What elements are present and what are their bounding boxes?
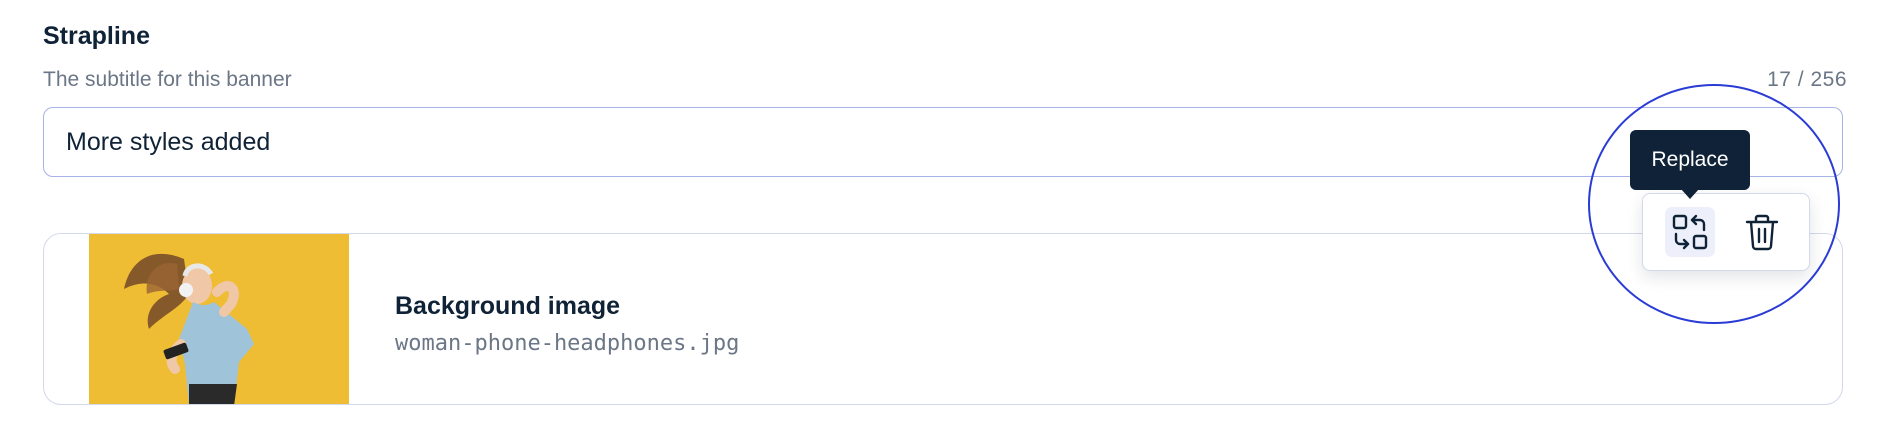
tooltip-text: Replace (1651, 148, 1729, 171)
replace-button[interactable] (1665, 207, 1715, 257)
image-thumbnail[interactable] (89, 234, 349, 404)
thumbnail-photo (89, 234, 349, 404)
media-filename: woman-phone-headphones.jpg (395, 331, 740, 356)
delete-button[interactable] (1737, 207, 1787, 257)
strapline-input[interactable] (43, 107, 1843, 177)
strapline-help-text: The subtitle for this banner (43, 68, 292, 91)
strapline-label: Strapline (43, 22, 150, 50)
image-action-toolbar (1642, 193, 1810, 271)
tooltip-arrow (1681, 189, 1699, 199)
replace-icon (1672, 214, 1708, 250)
character-count: 17 / 256 (1767, 68, 1847, 91)
trash-icon (1745, 214, 1779, 251)
background-image-card: Background image woman-phone-headphones.… (43, 233, 1843, 405)
media-title: Background image (395, 292, 621, 320)
replace-tooltip: Replace (1630, 130, 1750, 199)
